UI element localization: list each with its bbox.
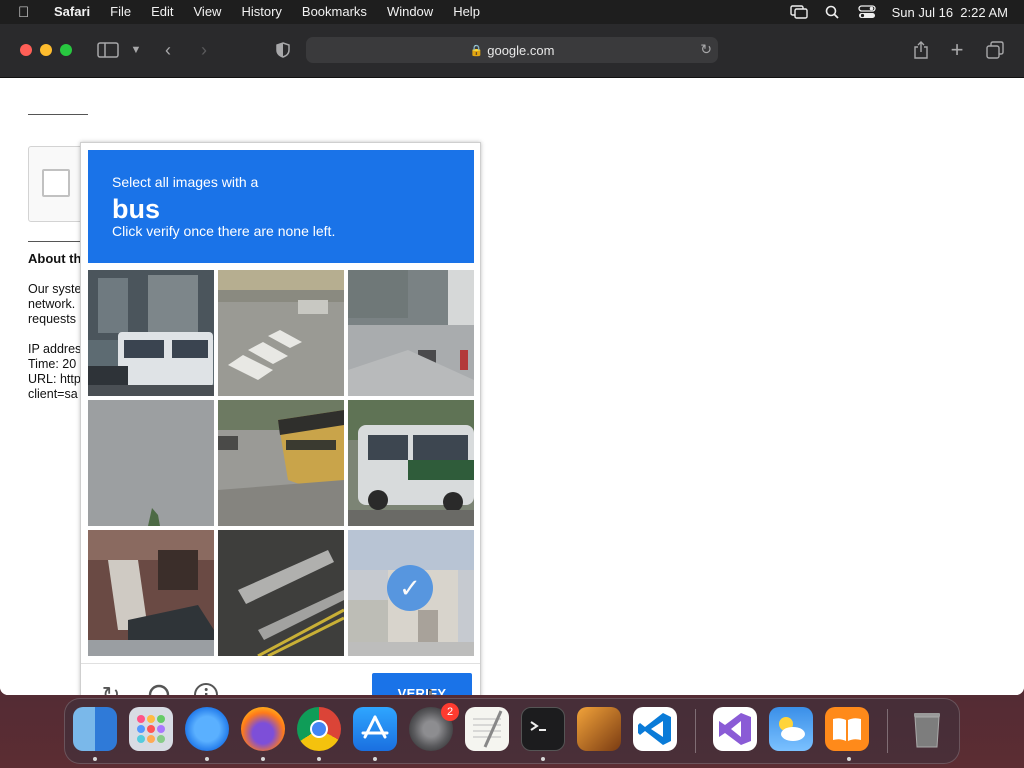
books-icon[interactable] xyxy=(825,707,869,751)
terminal-icon[interactable] xyxy=(521,707,565,751)
minimize-window-button[interactable] xyxy=(40,44,52,56)
reload-icon[interactable]: ↻ xyxy=(700,41,712,58)
notification-badge: 2 xyxy=(441,703,459,721)
menu-file[interactable]: File xyxy=(100,0,141,24)
captcha-challenge-dialog: Select all images with a bus Click verif… xyxy=(80,142,481,695)
image-tile-1[interactable] xyxy=(88,270,214,396)
menu-view[interactable]: View xyxy=(184,0,232,24)
dock-separator xyxy=(695,709,696,753)
running-indicator xyxy=(847,757,851,761)
web-page: About th Our syste network. requests IP … xyxy=(0,78,1024,695)
image-tile-9[interactable]: ✓ xyxy=(348,530,474,656)
spotlight-search-icon[interactable] xyxy=(824,5,842,19)
sidebar-toggle-icon[interactable] xyxy=(96,38,120,62)
textedit-icon[interactable] xyxy=(465,707,509,751)
paragraph-line: Our syste xyxy=(28,282,82,296)
about-heading: About th xyxy=(28,251,82,266)
info-line: Time: 20 xyxy=(28,357,77,371)
info-line: client=sa xyxy=(28,387,78,401)
recaptcha-checkbox-card xyxy=(28,146,88,222)
target-object: bus xyxy=(112,194,161,224)
running-indicator xyxy=(373,757,377,761)
new-tab-icon[interactable]: + xyxy=(945,38,969,62)
menu-edit[interactable]: Edit xyxy=(141,0,183,24)
image-tile-5[interactable] xyxy=(218,400,344,526)
verify-button[interactable]: VERIFY xyxy=(372,673,472,695)
image-tile-7[interactable] xyxy=(88,530,214,656)
audio-challenge-headphones-icon[interactable] xyxy=(146,682,172,695)
vscode-icon[interactable] xyxy=(633,707,677,751)
finder-icon[interactable] xyxy=(73,707,117,751)
dock xyxy=(64,698,960,764)
divider xyxy=(28,114,88,115)
captcha-instructions: Select all images with a bus Click verif… xyxy=(88,150,474,263)
image-tile-2[interactable] xyxy=(218,270,344,396)
paragraph-line: requests xyxy=(28,312,76,326)
running-indicator xyxy=(261,757,265,761)
share-icon[interactable] xyxy=(909,38,933,62)
close-window-button[interactable] xyxy=(20,44,32,56)
menu-app-name[interactable]: Safari xyxy=(44,0,100,24)
trash-icon[interactable] xyxy=(905,707,949,751)
image-tile-4[interactable] xyxy=(88,400,214,526)
safari-toolbar: ▼ ‹ › 🔒 google.com ↻ + xyxy=(0,24,1024,78)
lock-icon: 🔒 xyxy=(469,44,484,57)
menu-history[interactable]: History xyxy=(231,0,291,24)
verify-label: VERIFY xyxy=(397,686,447,695)
running-indicator xyxy=(541,757,545,761)
garageband-icon[interactable] xyxy=(577,707,621,751)
dock-separator xyxy=(887,709,888,753)
image-tile-6[interactable] xyxy=(348,400,474,526)
running-indicator xyxy=(205,757,209,761)
recaptcha-checkbox[interactable] xyxy=(42,169,70,197)
instruction-text: Select all images with a xyxy=(112,174,259,190)
privacy-shield-icon[interactable] xyxy=(271,38,295,62)
safari-app-icon[interactable] xyxy=(185,707,229,751)
apple-menu-icon[interactable]:  xyxy=(18,4,38,21)
image-tile-8[interactable] xyxy=(218,530,344,656)
image-grid: ✓ xyxy=(88,270,474,656)
captcha-footer: ↻ VERIFY xyxy=(81,663,480,695)
screen-mirroring-icon[interactable] xyxy=(789,5,808,19)
reload-challenge-icon[interactable]: ↻ xyxy=(98,682,124,695)
image-tile-3[interactable] xyxy=(348,270,474,396)
info-help-icon[interactable] xyxy=(193,682,219,695)
control-center-icon[interactable] xyxy=(857,5,876,19)
firefox-icon[interactable] xyxy=(241,707,285,751)
info-line: URL: http xyxy=(28,372,81,386)
address-url: google.com xyxy=(487,42,555,58)
chrome-icon[interactable] xyxy=(297,707,341,751)
sidebar-chevron-down-icon[interactable]: ▼ xyxy=(124,38,148,62)
tab-overview-icon[interactable] xyxy=(983,38,1007,62)
app-store-icon[interactable] xyxy=(353,707,397,751)
running-indicator xyxy=(317,757,321,761)
safari-window: ▼ ‹ › 🔒 google.com ↻ + About th Our syst… xyxy=(0,24,1024,695)
back-button-icon[interactable]: ‹ xyxy=(156,38,180,62)
hand-cursor-icon xyxy=(428,689,435,695)
divider xyxy=(28,241,88,242)
running-indicator xyxy=(93,757,97,761)
menu-bookmarks[interactable]: Bookmarks xyxy=(292,0,377,24)
forward-button-icon[interactable]: › xyxy=(192,38,216,62)
menu-help[interactable]: Help xyxy=(443,0,490,24)
zoom-window-button[interactable] xyxy=(60,44,72,56)
visual-studio-icon[interactable] xyxy=(713,707,757,751)
instruction-subtext: Click verify once there are none left. xyxy=(112,223,336,239)
address-bar[interactable]: 🔒 google.com ↻ xyxy=(306,37,718,63)
menu-window[interactable]: Window xyxy=(377,0,443,24)
menubar-clock[interactable]: Sun Jul 16 2:22 AM xyxy=(892,5,1008,20)
info-line: IP addres xyxy=(28,342,82,356)
weather-icon[interactable] xyxy=(769,707,813,751)
paragraph-line: network. xyxy=(28,297,76,311)
menu-bar:  Safari File Edit View History Bookmark… xyxy=(0,0,1024,24)
launchpad-icon[interactable] xyxy=(129,707,173,751)
tile-selected-check-icon: ✓ xyxy=(387,565,433,611)
